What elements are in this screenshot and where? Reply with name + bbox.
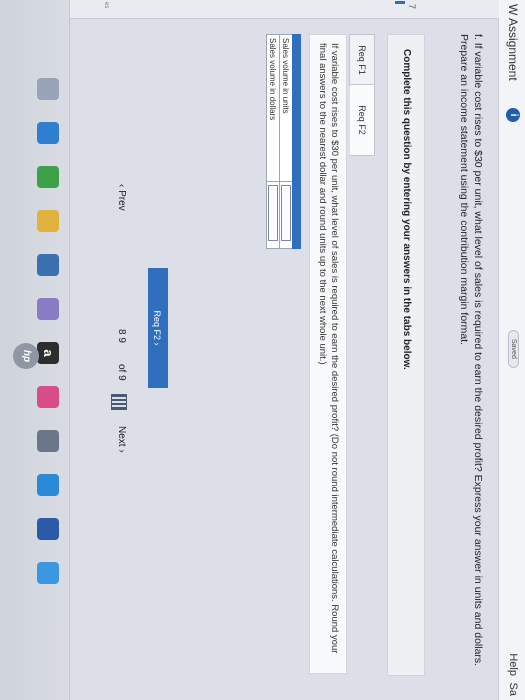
units-input[interactable] xyxy=(281,185,291,241)
hp-logo: hp xyxy=(13,343,39,369)
page-of-label: of 9 xyxy=(116,364,127,381)
question-number[interactable]: 7 xyxy=(407,4,417,9)
requirement-tabs: Req F1 Req F2 xyxy=(349,34,375,674)
edge-dock-icon[interactable] xyxy=(37,122,59,144)
page-numbers: 8 9 xyxy=(116,329,127,343)
tab-req-f1[interactable]: Req F1 xyxy=(349,34,375,86)
word-dock-icon[interactable] xyxy=(37,518,59,540)
search-dock-icon[interactable] xyxy=(37,78,59,100)
next-label: Next xyxy=(116,426,127,447)
files-dock-icon[interactable] xyxy=(37,210,59,232)
question-text: f. If variable cost rises to $30 per uni… xyxy=(458,34,484,667)
answers-table: Sales volume in units Sales volume in do… xyxy=(266,34,301,249)
req-f2-button[interactable]: Req F2 › xyxy=(148,268,168,388)
req-f2-instruction: If variable cost rises to $30 per unit, … xyxy=(309,34,347,674)
row-label-dollars: Sales volume in dollars xyxy=(266,34,280,182)
req-f2-button-label: Req F2 xyxy=(152,310,162,340)
current-question-marker xyxy=(395,1,405,4)
pagination: ‹ Prev 8 9 of 9 Next › xyxy=(109,34,129,674)
answers-table-header xyxy=(292,34,301,249)
panel-text: Complete this question by entering your … xyxy=(401,49,412,370)
dollars-input[interactable] xyxy=(268,185,278,241)
photos-dock-icon[interactable] xyxy=(37,386,59,408)
assignment-title: W Assignment xyxy=(506,4,520,81)
ie-dock-icon[interactable] xyxy=(37,474,59,496)
settings-dock-icon[interactable] xyxy=(37,430,59,452)
prev-label: Prev xyxy=(116,190,127,211)
saved-indicator: Saved xyxy=(508,330,519,368)
prev-button[interactable]: ‹ Prev xyxy=(116,184,127,211)
instruction-panel: Complete this question by entering your … xyxy=(387,34,425,676)
table-row: Sales volume in units xyxy=(279,34,293,249)
rail-label: es xyxy=(103,2,109,9)
mail-dock-icon[interactable] xyxy=(37,298,59,320)
amazon-dock-icon[interactable]: a xyxy=(37,342,59,364)
grid-icon[interactable] xyxy=(111,394,127,410)
chrome-dock-icon[interactable] xyxy=(37,166,59,188)
left-rail: 7 es xyxy=(0,0,499,19)
top-bar: W Assignment i Saved Help Sa xyxy=(498,0,525,700)
store-dock-icon[interactable] xyxy=(37,254,59,276)
chevron-left-icon: ‹ xyxy=(116,184,127,188)
info-badge-icon[interactable]: i xyxy=(506,108,520,122)
table-row: Sales volume in dollars xyxy=(266,34,280,249)
help-link[interactable]: Help xyxy=(507,653,519,676)
tab-req-f2[interactable]: Req F2 xyxy=(350,84,375,156)
row-label-units: Sales volume in units xyxy=(279,34,293,182)
rotated-screen: W Assignment i Saved Help Sa 7 es f. If … xyxy=(0,0,525,700)
chevron-right-icon: › xyxy=(152,342,162,346)
chevron-right-icon: › xyxy=(116,449,127,453)
cortana-dock-icon[interactable] xyxy=(37,562,59,584)
save-link[interactable]: Sa xyxy=(507,683,519,696)
next-button[interactable]: Next › xyxy=(116,426,127,453)
